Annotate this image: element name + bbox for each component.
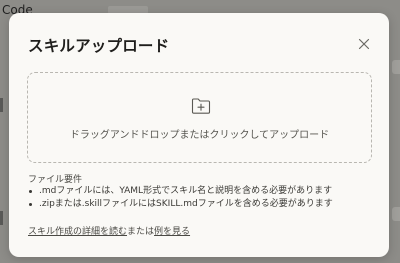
requirement-text: .zipまたは.skillファイルにはSKILL.mdファイルを含める必要があり… (39, 198, 333, 209)
requirements-list: .mdファイルには、YAML形式でスキル名と説明を含める必要があります .zip… (28, 185, 333, 210)
bullet-dot (29, 202, 32, 206)
requirement-item: .mdファイルには、YAML形式でスキル名と説明を含める必要があります (28, 185, 333, 198)
close-icon (358, 38, 370, 50)
file-dropzone[interactable]: ドラッグアンドドロップまたはクリックしてアップロード (27, 72, 372, 163)
background-edge-element (392, 207, 400, 221)
dropzone-instruction: ドラッグアンドドロップまたはクリックしてアップロード (69, 130, 330, 141)
bullet-dot (29, 190, 32, 193)
background-edge-element (392, 60, 400, 74)
read-details-link[interactable]: スキル作成の詳細を読む (28, 227, 127, 237)
skill-upload-dialog: スキルアップロード ドラッグアンドドロップまたはクリックしてアップロード ファイ… (9, 13, 389, 257)
requirements-heading: ファイル要件 (28, 175, 83, 185)
close-button[interactable] (357, 36, 371, 50)
footer-connector: または (127, 227, 155, 237)
background-edge-element (0, 98, 3, 112)
requirement-text: .mdファイルには、YAML形式でスキル名と説明を含める必要があります (39, 186, 333, 196)
folder-plus-icon (191, 98, 211, 114)
help-footer: スキル作成の詳細を読むまたは例を見る (28, 224, 190, 237)
dialog-title: スキルアップロード (28, 37, 170, 55)
view-example-link[interactable]: 例を見る (154, 227, 190, 237)
requirement-item: .zipまたは.skillファイルにはSKILL.mdファイルを含める必要があり… (28, 198, 333, 211)
background-edge-element (0, 211, 3, 225)
